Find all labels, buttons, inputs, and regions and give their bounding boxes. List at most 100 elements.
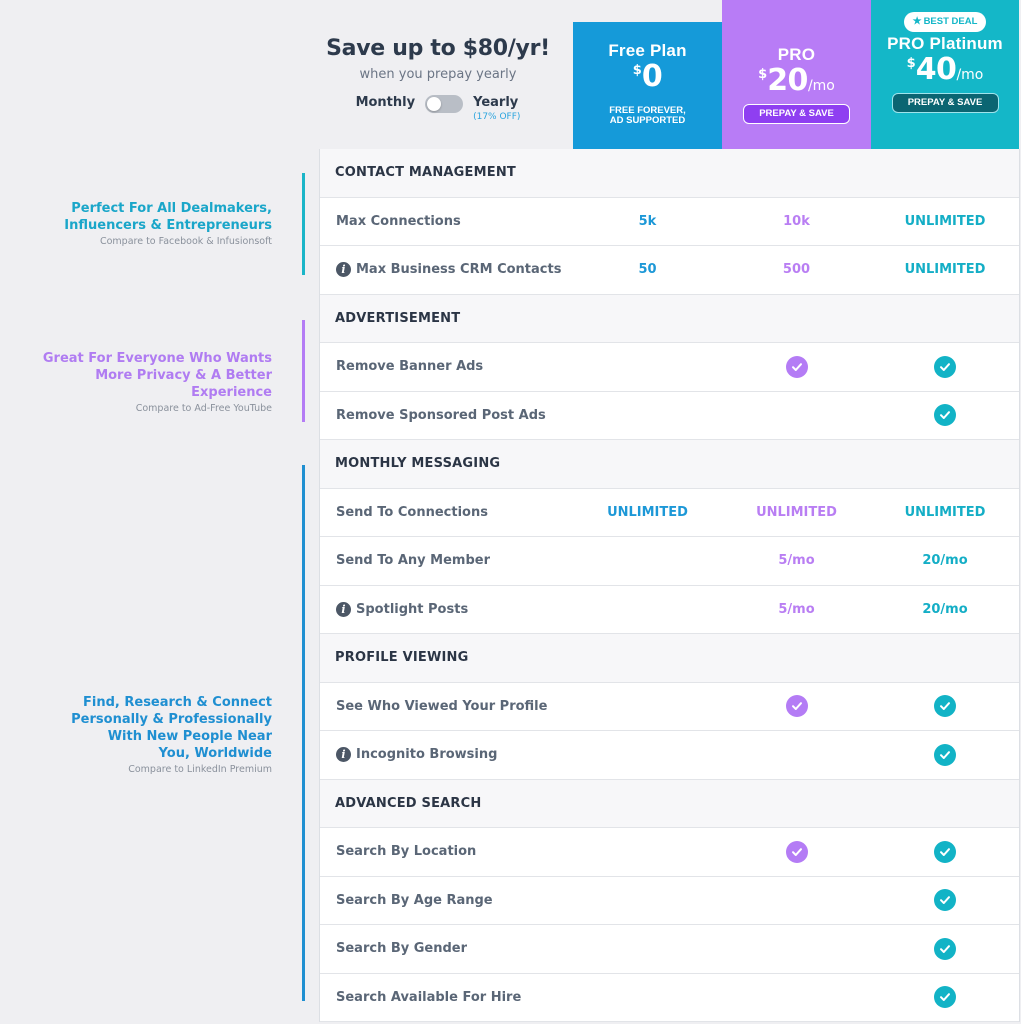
table-row: Search By Gender [320, 925, 1019, 974]
side-note-line: You, Worldwide [158, 746, 272, 761]
section-accent-bar [302, 173, 305, 275]
platinum-value [871, 889, 1019, 912]
pro-value [722, 355, 871, 378]
section-header: ADVANCED SEARCH [320, 779, 1019, 828]
info-icon[interactable]: i [336, 262, 351, 278]
side-note-title: Perfect For All Dealmakers, Influencers … [42, 200, 272, 234]
section-header: CONTACT MANAGEMENT [320, 149, 1019, 198]
best-deal-text: BEST DEAL [923, 16, 978, 27]
info-icon[interactable]: i [336, 601, 351, 617]
platinum-value: UNLIMITED [904, 262, 986, 278]
feature-label: Send To Any Member [336, 553, 491, 569]
pro-value: 5/mo [778, 601, 815, 617]
save-title: Save up to $80/yr! [326, 36, 550, 61]
pro-prepay-button[interactable]: PREPAY & SAVE [743, 104, 850, 124]
side-note-line: Personally & Professionally [71, 712, 272, 727]
plan-free-name: Free Plan [608, 41, 687, 60]
check-icon [785, 355, 808, 378]
table-row: See Who Viewed Your Profile [320, 683, 1019, 731]
table-row: i Incognito Browsing [320, 731, 1019, 780]
feature-label: Search By Location [336, 844, 477, 860]
side-note-line: Perfect For All Dealmakers, [71, 201, 272, 216]
feature-label: i Spotlight Posts [320, 601, 573, 617]
section-header: MONTHLY MESSAGING [320, 440, 1019, 489]
check-icon [934, 404, 956, 427]
table-row: Send To Any Member 5/mo 20/mo [320, 537, 1019, 586]
platinum-value: 20/mo [922, 553, 968, 569]
table-row: Search By Age Range [320, 877, 1019, 925]
free-value: 5k [638, 213, 657, 229]
check-icon [785, 695, 808, 718]
yearly-text: Yearly [473, 95, 519, 110]
side-note-title: Great For Everyone Who Wants More Privac… [42, 350, 272, 401]
side-note-line: Find, Research & Connect [83, 695, 272, 710]
plan-free-card: Free Plan $0 FREE FOREVER, AD SUPPORTED [573, 22, 722, 149]
platinum-value [871, 355, 1019, 378]
currency-symbol: $ [758, 67, 768, 82]
plan-free-price: $0 [573, 62, 722, 92]
plan-free-note: FREE FOREVER, AD SUPPORTED [573, 106, 722, 126]
pro-value: 5/mo [778, 553, 815, 569]
side-note-connect: Find, Research & Connect Personally & Pr… [42, 694, 272, 775]
toggle-knob [427, 97, 442, 111]
section-header: ADVERTISEMENT [320, 294, 1019, 343]
currency-symbol: $ [632, 63, 642, 78]
feature-label: See Who Viewed Your Profile [336, 698, 548, 714]
free-value: UNLIMITED [607, 504, 688, 520]
platinum-prepay-button[interactable]: PREPAY & SAVE [891, 93, 999, 113]
side-note-privacy: Great For Everyone Who Wants More Privac… [42, 350, 272, 414]
check-icon [934, 743, 956, 766]
pro-value: 500 [782, 262, 811, 278]
side-note-dealmakers: Perfect For All Dealmakers, Influencers … [42, 200, 272, 247]
table-row: i Max Business CRM Contacts 50 500 UNLIMI… [320, 246, 1019, 295]
platinum-value: 20/mo [922, 601, 968, 617]
check-icon [934, 937, 956, 960]
plan-platinum-card: ★ BEST DEAL PRO Platinum $40/mo PREPAY & … [871, 0, 1019, 149]
pro-value: 10k [783, 213, 810, 229]
check-icon [934, 889, 956, 912]
star-icon: ★ [912, 16, 922, 27]
billing-period-toggle[interactable] [425, 95, 464, 113]
monthly-label[interactable]: Monthly [356, 94, 416, 112]
feature-label: Remove Banner Ads [336, 359, 484, 375]
plan-platinum-name: PRO Platinum [887, 34, 1003, 53]
side-note-compare: Compare to Ad-Free YouTube [135, 403, 272, 414]
info-icon[interactable]: i [336, 747, 351, 763]
check-icon [934, 986, 956, 1009]
price-period: /mo [807, 78, 835, 94]
side-note-line: With New People Near [107, 729, 272, 744]
feature-label: Remove Sponsored Post Ads [336, 407, 546, 423]
feature-comparison-table: CONTACT MANAGEMENT Max Connections 5k 10… [319, 149, 1020, 1022]
yearly-label[interactable]: Yearly (17% OFF) [473, 94, 520, 123]
table-row: Search Available For Hire [320, 974, 1019, 1022]
platinum-value [871, 840, 1019, 863]
check-icon [934, 840, 956, 863]
table-row: i Spotlight Posts 5/mo 20/mo [320, 586, 1019, 634]
side-note-line: More Privacy & A Better Experience [95, 368, 272, 400]
feature-label-text: Spotlight Posts [356, 601, 469, 617]
plan-pro-price: $20/mo [722, 66, 871, 96]
platinum-value [871, 986, 1019, 1009]
save-subtitle: when you prepay yearly [359, 67, 517, 82]
free-value: 50 [638, 262, 657, 278]
platinum-value [871, 404, 1019, 427]
plan-free-note-line2: AD SUPPORTED [609, 115, 686, 126]
feature-label: Search Available For Hire [336, 989, 522, 1005]
plan-platinum-price: $40/mo [871, 55, 1019, 85]
billing-toggle-row: Monthly Yearly (17% OFF) [318, 94, 558, 123]
price-period: /mo [956, 67, 984, 83]
pro-value [722, 840, 871, 863]
table-row: Remove Sponsored Post Ads [320, 392, 1019, 440]
feature-label: Search By Age Range [336, 892, 493, 908]
pro-value: UNLIMITED [756, 504, 837, 520]
table-row: Max Connections 5k 10k UNLIMITED [320, 198, 1019, 246]
yearly-discount: (17% OFF) [473, 112, 521, 122]
section-header: PROFILE VIEWING [320, 634, 1019, 683]
section-accent-bar [302, 465, 305, 1001]
side-note-compare: Compare to LinkedIn Premium [128, 764, 272, 775]
price-value: 40 [915, 52, 957, 87]
platinum-value: UNLIMITED [904, 213, 986, 229]
best-deal-badge: ★ BEST DEAL [903, 12, 987, 32]
pro-value [722, 695, 871, 718]
side-note-line: Great For Everyone Who Wants [42, 351, 272, 366]
